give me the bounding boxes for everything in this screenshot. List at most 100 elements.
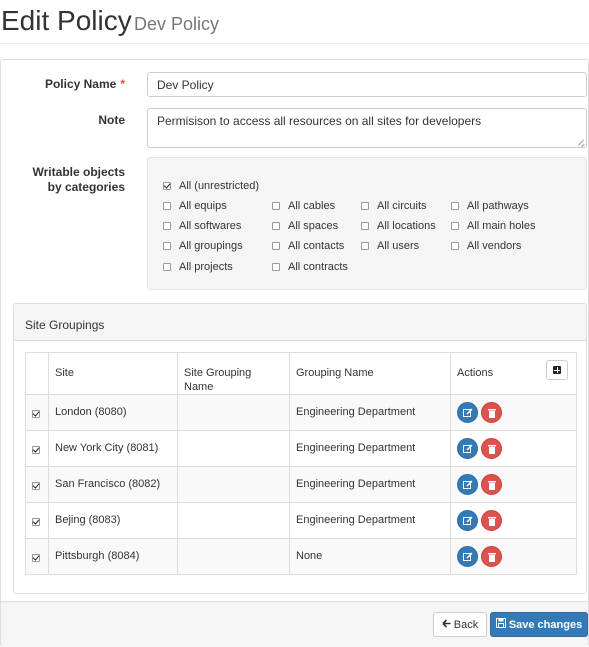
checkbox[interactable] — [361, 202, 369, 210]
category-all-contacts[interactable]: All contacts — [272, 240, 344, 252]
table-row: Bejing (8083) Engineering Department — [25, 502, 577, 539]
grouping-name-cell: None — [289, 538, 451, 575]
delete-button[interactable] — [481, 438, 502, 459]
checkbox[interactable] — [163, 202, 171, 210]
table-row: London (8080) Engineering Department — [25, 394, 577, 431]
category-all-cables[interactable]: All cables — [272, 200, 335, 212]
page-subtitle: Dev Policy — [134, 14, 220, 34]
category-all-vendors[interactable]: All vendors — [451, 240, 521, 252]
row-checkbox[interactable] — [32, 410, 40, 418]
checkbox[interactable] — [361, 222, 369, 230]
row-checkbox[interactable] — [32, 554, 40, 562]
category-all-contracts[interactable]: All contracts — [272, 261, 348, 273]
site-groupings-title: Site Groupings — [25, 318, 105, 332]
arrow-left-icon — [442, 618, 451, 631]
trash-icon — [488, 517, 496, 526]
policy-name-input[interactable]: Dev Policy — [147, 72, 587, 97]
checkbox[interactable] — [451, 222, 459, 230]
site-grouping-name-cell — [177, 538, 290, 575]
actions-cell — [450, 466, 577, 503]
category-all-circuits[interactable]: All circuits — [361, 200, 427, 212]
site-cell: London (8080) — [48, 394, 178, 431]
checkbox[interactable] — [163, 263, 171, 271]
actions-cell — [450, 394, 577, 431]
checkbox[interactable] — [272, 202, 280, 210]
delete-button[interactable] — [481, 402, 502, 423]
site-grouping-name-cell — [177, 394, 290, 431]
actions-cell — [450, 502, 577, 539]
checkbox[interactable] — [361, 242, 369, 250]
save-changes-button[interactable]: Save changes — [490, 612, 588, 637]
delete-button[interactable] — [481, 510, 502, 531]
category-all-softwares[interactable]: All softwares — [163, 220, 241, 232]
page-title: Edit Policy — [1, 5, 132, 36]
checkbox[interactable] — [272, 263, 280, 271]
row-select-cell — [25, 502, 49, 539]
add-site-grouping-button[interactable] — [546, 360, 568, 380]
column-header-site-grouping-name: Site Grouping Name — [177, 352, 290, 395]
row-select-cell — [25, 394, 49, 431]
category-all-projects[interactable]: All projects — [163, 261, 233, 273]
checkbox[interactable] — [163, 222, 171, 230]
checkbox[interactable] — [272, 222, 280, 230]
site-groupings-table: Site Site Grouping Name Grouping Name Ac… — [25, 352, 577, 575]
table-header-row: Site Site Grouping Name Grouping Name Ac… — [25, 352, 577, 395]
plus-square-icon — [553, 366, 561, 374]
category-all-unrestricted[interactable]: All (unrestricted) — [163, 180, 259, 192]
category-all-users[interactable]: All users — [361, 240, 419, 252]
categories-well: All (unrestricted) All equips All cables… — [147, 157, 587, 290]
required-asterisk: * — [120, 77, 125, 91]
row-select-cell — [25, 430, 49, 467]
column-header-grouping-name: Grouping Name — [289, 352, 451, 395]
site-grouping-name-cell — [177, 466, 290, 503]
checkbox[interactable] — [163, 242, 171, 250]
category-all-locations[interactable]: All locations — [361, 220, 436, 232]
checkbox-checked[interactable] — [163, 182, 171, 190]
grouping-name-cell: Engineering Department — [289, 394, 451, 431]
row-checkbox[interactable] — [32, 518, 40, 526]
edit-button[interactable] — [457, 546, 478, 567]
edit-icon — [463, 552, 473, 561]
category-all-groupings[interactable]: All groupings — [163, 240, 243, 252]
row-checkbox[interactable] — [32, 482, 40, 490]
edit-icon — [463, 516, 473, 525]
row-select-cell — [25, 538, 49, 575]
delete-button[interactable] — [481, 474, 502, 495]
category-all-equips[interactable]: All equips — [163, 200, 227, 212]
site-groupings-heading: Site Groupings — [14, 304, 586, 341]
select-column-header — [25, 352, 49, 395]
category-all-spaces[interactable]: All spaces — [272, 220, 338, 232]
category-all-main-holes[interactable]: All main holes — [451, 220, 535, 232]
column-header-actions: Actions — [450, 352, 577, 395]
checkbox[interactable] — [272, 242, 280, 250]
edit-button[interactable] — [457, 402, 478, 423]
table-row: Pittsburgh (8084) None — [25, 538, 577, 575]
trash-icon — [488, 553, 496, 562]
resize-handle-icon[interactable] — [577, 138, 585, 146]
note-label: Note — [98, 113, 125, 127]
floppy-disk-icon — [495, 618, 506, 631]
edit-button[interactable] — [457, 474, 478, 495]
trash-icon — [488, 445, 496, 454]
form-footer: Back Save changes — [1, 601, 588, 647]
site-grouping-name-cell — [177, 502, 290, 539]
back-button[interactable]: Back — [433, 612, 487, 637]
checkbox[interactable] — [451, 242, 459, 250]
row-select-cell — [25, 466, 49, 503]
actions-cell — [450, 430, 577, 467]
site-cell: Bejing (8083) — [48, 502, 178, 539]
row-checkbox[interactable] — [32, 446, 40, 454]
site-cell: New York City (8081) — [48, 430, 178, 467]
category-all-pathways[interactable]: All pathways — [451, 200, 529, 212]
table-row: New York City (8081) Engineering Departm… — [25, 430, 577, 467]
policy-form: Policy Name * Dev Policy Note Permisison … — [0, 59, 589, 647]
delete-button[interactable] — [481, 546, 502, 567]
edit-icon — [463, 444, 473, 453]
edit-button[interactable] — [457, 510, 478, 531]
edit-button[interactable] — [457, 438, 478, 459]
actions-cell — [450, 538, 577, 575]
column-header-site: Site — [48, 352, 178, 395]
checkbox[interactable] — [451, 202, 459, 210]
note-textarea[interactable]: Permisison to access all resources on al… — [147, 108, 587, 148]
policy-name-label: Policy Name * — [44, 77, 125, 91]
